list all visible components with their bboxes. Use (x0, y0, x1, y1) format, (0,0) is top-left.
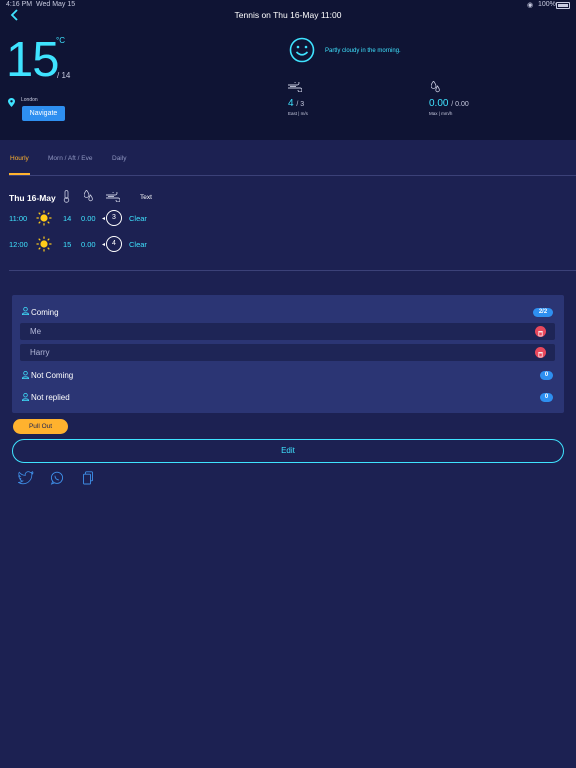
row-wind: 3 (106, 210, 122, 226)
not-replied-group[interactable]: Not replied 0 (12, 389, 564, 409)
trash-icon (538, 352, 543, 358)
weather-header (0, 0, 576, 140)
person-icon (22, 393, 29, 401)
thermometer-icon (63, 190, 70, 203)
rain-amount: 0.00 (429, 98, 449, 109)
low-temperature: / 14 (57, 71, 71, 80)
status-time: 4:16 PM (6, 1, 33, 8)
tab-morn-aft-eve[interactable]: Morn / Aft / Eve (48, 155, 92, 162)
copy-icon[interactable] (80, 471, 96, 485)
forecast-description: Partly cloudy in the morning. (325, 48, 401, 54)
page-title: Tennis on Thu 16-May 11:00 (234, 10, 342, 20)
row-temperature: 15 (63, 240, 72, 249)
wind-direction-icon: ◂ (102, 242, 106, 248)
wind-column-icon (106, 192, 120, 202)
row-wind: 4 (106, 236, 122, 252)
wind-icon (288, 82, 302, 92)
current-temperature: 15 (6, 33, 60, 87)
forecast-tabs: Hourly Morn / Aft / Eve Daily (0, 150, 576, 176)
remove-member-button[interactable] (535, 347, 546, 358)
wind-speed: 4 (288, 98, 294, 109)
text-column-header: Text (140, 194, 152, 201)
member-name: Harry (30, 348, 50, 357)
edit-button[interactable]: Edit (12, 439, 564, 463)
person-icon (22, 371, 29, 379)
coming-group[interactable]: Coming 2/2 (12, 303, 564, 323)
wind-value: 4 / 3 (288, 98, 304, 109)
coming-count-badge: 2/2 (533, 308, 553, 317)
pull-out-button[interactable]: Pull Out (13, 419, 68, 434)
row-text: Clear (129, 240, 147, 249)
trash-icon (538, 331, 543, 337)
coming-label: Coming (31, 308, 59, 317)
not-coming-group[interactable]: Not Coming 0 (12, 367, 564, 387)
whatsapp-icon[interactable] (49, 471, 65, 485)
rain-units: Max | mm/h (429, 111, 453, 116)
remove-member-button[interactable] (535, 326, 546, 337)
rain-max: / 0.00 (451, 101, 469, 108)
battery-percent: 100% (538, 1, 556, 8)
section-divider (9, 270, 576, 271)
not-coming-label: Not Coming (31, 371, 74, 380)
row-text: Clear (129, 214, 147, 223)
list-item: Me (20, 323, 555, 340)
wind-direction-icon: ◂ (102, 216, 106, 222)
raindrops-icon (431, 81, 440, 93)
battery-icon (556, 2, 570, 9)
tab-daily[interactable]: Daily (112, 155, 126, 162)
wifi-icon: ◉ (527, 2, 534, 9)
hourly-day-heading: Thu 16-May (9, 193, 56, 203)
person-icon (22, 307, 29, 315)
wind-gust: / 3 (296, 101, 305, 108)
row-rain: 0.00 (81, 240, 96, 249)
raindrops-column-icon (84, 190, 93, 202)
list-item: Harry (20, 344, 555, 361)
status-bar: 4:16 PM Wed May 15 ◉ 100% (0, 0, 576, 10)
navigate-button[interactable]: Navigate (22, 106, 65, 121)
location-name: London (21, 97, 38, 103)
not-replied-label: Not replied (31, 393, 70, 402)
row-temperature: 14 (63, 214, 72, 223)
location-pin-icon (8, 98, 15, 107)
tab-hourly[interactable]: Hourly (10, 155, 29, 162)
row-time: 11:00 (9, 214, 28, 223)
tab-divider (9, 175, 576, 176)
sun-icon (36, 210, 52, 226)
sun-icon (36, 236, 52, 252)
wind-units: East | m/s (288, 111, 308, 116)
not-replied-count-badge: 0 (540, 393, 553, 402)
row-time: 12:00 (9, 240, 28, 249)
member-name: Me (30, 327, 42, 336)
twitter-icon[interactable] (18, 471, 34, 485)
smiley-weather-icon (289, 37, 315, 63)
status-date: Wed May 15 (36, 1, 76, 8)
rain-value: 0.00 / 0.00 (429, 98, 469, 109)
not-coming-count-badge: 0 (540, 371, 553, 380)
row-rain: 0.00 (81, 214, 96, 223)
temperature-unit: °C (56, 36, 65, 45)
